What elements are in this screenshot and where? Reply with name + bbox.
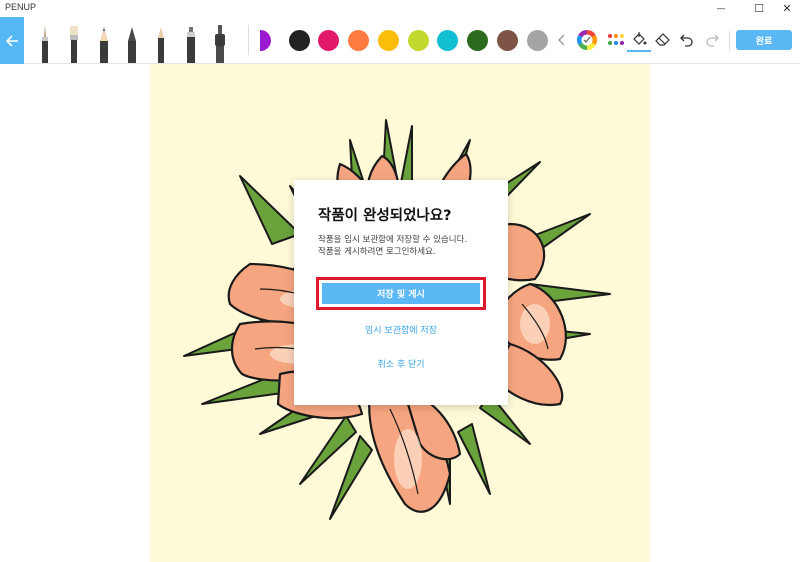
pencil-tool-icon[interactable] xyxy=(97,19,111,63)
brush-tool-icon[interactable] xyxy=(38,19,52,63)
redo-icon[interactable] xyxy=(700,28,724,52)
dialog-message: 작품을 임시 보관함에 저장할 수 있습니다. xyxy=(318,235,468,245)
close-button[interactable]: ✕ xyxy=(772,0,800,17)
color-swatch-black[interactable] xyxy=(289,30,310,51)
toolbar-divider xyxy=(729,31,730,51)
toolbar-divider xyxy=(248,25,249,55)
dialog-message: 작품을 게시하려면 로그인하세요. xyxy=(318,247,436,257)
color-wheel-icon[interactable] xyxy=(575,28,599,52)
color-swatch-orange[interactable] xyxy=(348,30,369,51)
color-swatch-yellow[interactable] xyxy=(378,30,399,51)
app-title: PENUP xyxy=(5,2,37,12)
color-swatch-brown[interactable] xyxy=(497,30,518,51)
cancel-and-close-button[interactable]: 취소 후 닫기 xyxy=(294,357,508,370)
undo-icon[interactable] xyxy=(675,28,699,52)
dialog-title: 작품이 완성되었나요? xyxy=(318,208,452,224)
flat-brush-tool-icon[interactable] xyxy=(67,19,81,63)
color-swatch-green[interactable] xyxy=(467,30,488,51)
spray-tool-icon[interactable] xyxy=(184,19,198,63)
color-swatch-lime[interactable] xyxy=(408,30,429,51)
color-swatch-pink[interactable] xyxy=(318,30,339,51)
airbrush-tool-icon[interactable] xyxy=(213,19,227,63)
save-and-post-button[interactable]: 저장 및 게시 xyxy=(322,283,480,304)
canvas-area: 작품이 완성되었나요? 작품을 임시 보관함에 저장할 수 있습니다. 작품을 … xyxy=(0,64,800,562)
marker-tool-icon[interactable] xyxy=(154,19,168,63)
fountain-pen-tool-icon[interactable] xyxy=(125,19,139,63)
completion-dialog: 작품이 완성되었나요? 작품을 임시 보관함에 저장할 수 있습니다. 작품을 … xyxy=(294,180,508,405)
palette-dots-icon[interactable] xyxy=(604,28,628,52)
color-swatch-gray[interactable] xyxy=(527,30,548,51)
save-to-drafts-button[interactable]: 임시 보관함에 저장 xyxy=(294,323,508,336)
done-button[interactable]: 완료 xyxy=(736,30,792,50)
maximize-button[interactable]: ☐ xyxy=(744,0,774,17)
color-swatch-purple[interactable] xyxy=(260,30,271,51)
back-button[interactable] xyxy=(0,17,24,64)
arrow-left-icon xyxy=(5,34,18,47)
eraser-icon[interactable] xyxy=(651,28,675,52)
drawing-toolbar: 완료 xyxy=(0,17,800,64)
minimize-button[interactable]: — xyxy=(706,0,736,17)
color-swatch-cyan[interactable] xyxy=(437,30,458,51)
paint-bucket-icon[interactable] xyxy=(627,28,651,52)
title-bar: PENUP — ☐ ✕ xyxy=(0,0,800,17)
chevron-left-icon[interactable] xyxy=(550,28,574,52)
